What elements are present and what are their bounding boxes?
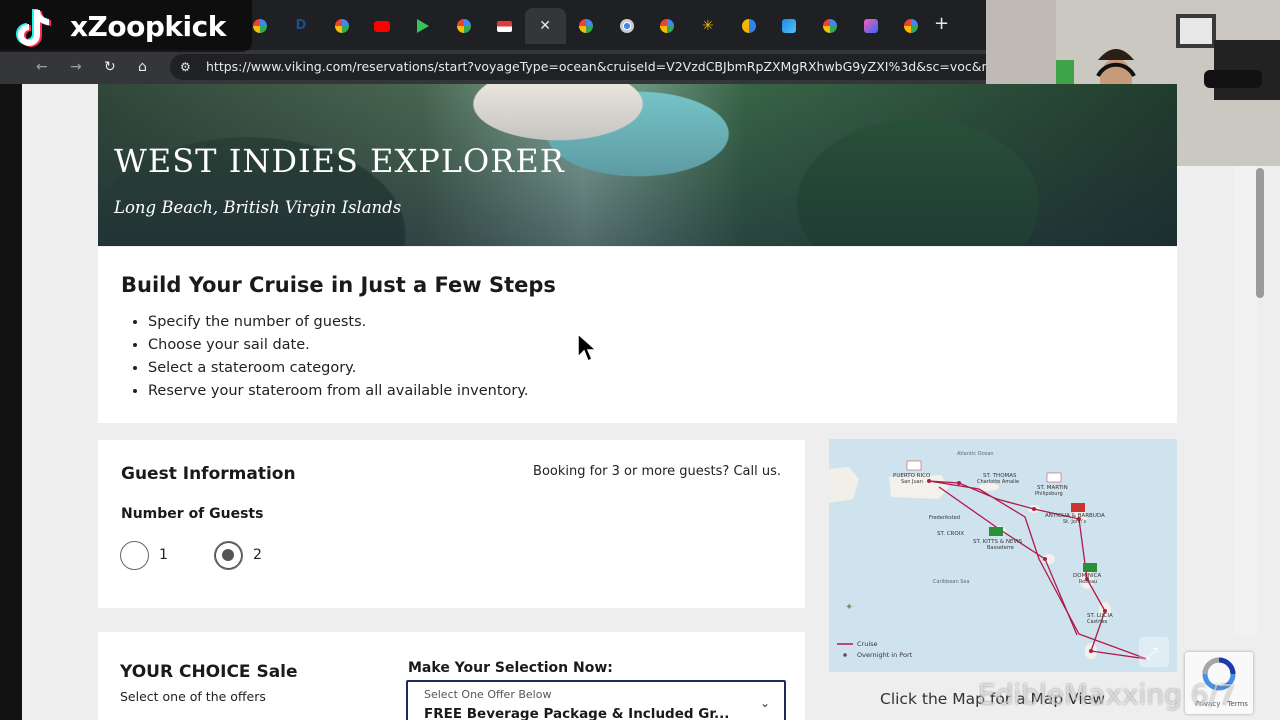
tab[interactable] bbox=[403, 14, 444, 38]
map-label-pr-city: San Juan bbox=[901, 479, 923, 485]
wave-icon bbox=[782, 19, 797, 33]
tab[interactable] bbox=[321, 14, 362, 38]
guest-radio-2[interactable] bbox=[214, 541, 243, 570]
tab[interactable] bbox=[728, 14, 769, 38]
map-legend-cruise: Cruise bbox=[857, 640, 878, 648]
ring-icon bbox=[741, 19, 756, 33]
hero-title: WEST INDIES EXPLORER bbox=[114, 142, 565, 180]
hero-subtitle: Long Beach, British Virgin Islands bbox=[114, 198, 402, 217]
tab[interactable] bbox=[443, 14, 484, 38]
tab[interactable]: ✳ bbox=[688, 14, 729, 38]
offer-select[interactable]: Select One Offer Below FREE Beverage Pac… bbox=[406, 680, 786, 720]
google-icon bbox=[334, 19, 349, 33]
guest-radio-1[interactable] bbox=[120, 541, 149, 570]
clay-icon bbox=[863, 19, 878, 33]
map-label-caribbean: Caribbean Sea bbox=[933, 579, 970, 585]
new-tab-button[interactable]: + bbox=[934, 13, 949, 34]
tab[interactable]: D bbox=[281, 14, 322, 38]
guest-radio-2-label[interactable]: 2 bbox=[253, 547, 262, 563]
tab-strip: D ✕ ✳ bbox=[240, 8, 932, 44]
map-legend-overnight: Overnight in Port bbox=[857, 651, 913, 659]
offer-select-placeholder: Select One Offer Below bbox=[424, 688, 552, 701]
tab[interactable] bbox=[484, 14, 525, 38]
map-label-frederiksted: Frederiksted bbox=[929, 515, 960, 521]
screen: D ✕ ✳ + ← → ↻ ⌂ ⚙ https://www.viking.com… bbox=[0, 0, 1280, 720]
walmart-icon: ✳ bbox=[702, 18, 714, 34]
chrome-icon bbox=[619, 19, 634, 33]
steps-heading: Build Your Cruise in Just a Few Steps bbox=[121, 273, 556, 297]
tab[interactable] bbox=[606, 14, 647, 38]
map-label-stkitts-city: Basseterre bbox=[987, 545, 1014, 551]
google-icon bbox=[456, 19, 471, 33]
youtube-icon bbox=[374, 20, 391, 32]
sale-subtext: Select one of the offers bbox=[120, 689, 266, 704]
tiktok-username: xZoopkick bbox=[70, 10, 226, 43]
google-icon bbox=[822, 19, 837, 33]
close-icon[interactable]: ✕ bbox=[539, 18, 551, 34]
url-text[interactable]: https://www.viking.com/reservations/star… bbox=[206, 59, 1027, 74]
page-scrollbar-thumb[interactable] bbox=[1256, 168, 1264, 298]
offer-select-value: FREE Beverage Package & Included Gr... bbox=[424, 706, 730, 720]
site-info-icon[interactable]: ⚙ bbox=[180, 60, 191, 74]
compass-icon: ✦ bbox=[845, 602, 853, 613]
tab[interactable] bbox=[769, 14, 810, 38]
map-label-stcroix: ST. CROIX bbox=[937, 531, 964, 537]
map-label-stmartin-city: Philipsburg bbox=[1035, 491, 1063, 497]
reload-icon[interactable]: ↻ bbox=[104, 58, 116, 76]
call-us-note[interactable]: Booking for 3 or more guests? Call us. bbox=[533, 464, 781, 479]
tab[interactable] bbox=[566, 14, 607, 38]
home-icon[interactable]: ⌂ bbox=[138, 58, 147, 76]
list-item: Reserve your stateroom from all availabl… bbox=[148, 380, 528, 403]
guest-radio-1-label[interactable]: 1 bbox=[159, 547, 168, 563]
list-item: Specify the number of guests. bbox=[148, 311, 528, 334]
tiktok-overlay: xZoopkick bbox=[0, 0, 252, 52]
back-arrow-icon[interactable]: ← bbox=[36, 58, 48, 76]
steps-list: Specify the number of guests. Choose you… bbox=[148, 311, 528, 403]
sale-card: YOUR CHOICE Sale Select one of the offer… bbox=[98, 632, 805, 720]
google-icon bbox=[578, 19, 593, 33]
make-selection-label: Make Your Selection Now: bbox=[408, 660, 613, 676]
d-icon: D bbox=[295, 18, 307, 33]
chevron-down-icon: ⌄ bbox=[759, 696, 770, 710]
flag-icon bbox=[496, 20, 512, 32]
map-label-stthomas-city: Charlotte Amalie bbox=[977, 479, 1019, 485]
address-toolbar: ← → ↻ ⌂ ⚙ https://www.viking.com/reserva… bbox=[0, 50, 1027, 84]
mouse-cursor-icon bbox=[577, 333, 597, 363]
forward-arrow-icon[interactable]: → bbox=[70, 58, 82, 76]
map-label-dominica-city: Roseau bbox=[1079, 579, 1097, 585]
hero-banner: WEST INDIES EXPLORER Long Beach, British… bbox=[98, 84, 1177, 246]
tab-active[interactable]: ✕ bbox=[524, 8, 566, 44]
guest-information-card: Guest Information Booking for 3 or more … bbox=[98, 440, 805, 608]
url-bar[interactable]: ⚙ https://www.viking.com/reservations/st… bbox=[170, 54, 1027, 80]
google-icon bbox=[660, 19, 675, 33]
tab[interactable] bbox=[891, 14, 932, 38]
number-of-guests-label: Number of Guests bbox=[121, 506, 264, 522]
list-item: Select a stateroom category. bbox=[148, 357, 528, 380]
tab[interactable] bbox=[810, 14, 851, 38]
map-image: Atlantic Ocean PUERTO RICO San Juan ST. … bbox=[829, 439, 1177, 672]
tab[interactable] bbox=[362, 14, 403, 38]
expand-icon[interactable]: ⤢ bbox=[1145, 644, 1158, 663]
google-icon bbox=[904, 19, 919, 33]
tab[interactable] bbox=[647, 14, 688, 38]
watermark-text: EdibleMaxxing 6/7 bbox=[978, 678, 1236, 711]
rumble-icon bbox=[417, 19, 430, 33]
itinerary-map[interactable]: Atlantic Ocean PUERTO RICO San Juan ST. … bbox=[829, 439, 1177, 672]
map-label-atlantic: Atlantic Ocean bbox=[957, 451, 994, 457]
tiktok-logo-icon bbox=[16, 9, 51, 47]
google-icon bbox=[253, 19, 268, 33]
sale-heading: YOUR CHOICE Sale bbox=[120, 662, 298, 682]
map-label-stlucia-city: Castries bbox=[1087, 619, 1108, 625]
map-label-antigua-city: St. John's bbox=[1063, 519, 1087, 525]
list-item: Choose your sail date. bbox=[148, 334, 528, 357]
steps-card: Build Your Cruise in Just a Few Steps Sp… bbox=[98, 247, 1177, 423]
tab[interactable] bbox=[850, 14, 891, 38]
guest-heading: Guest Information bbox=[121, 464, 296, 484]
